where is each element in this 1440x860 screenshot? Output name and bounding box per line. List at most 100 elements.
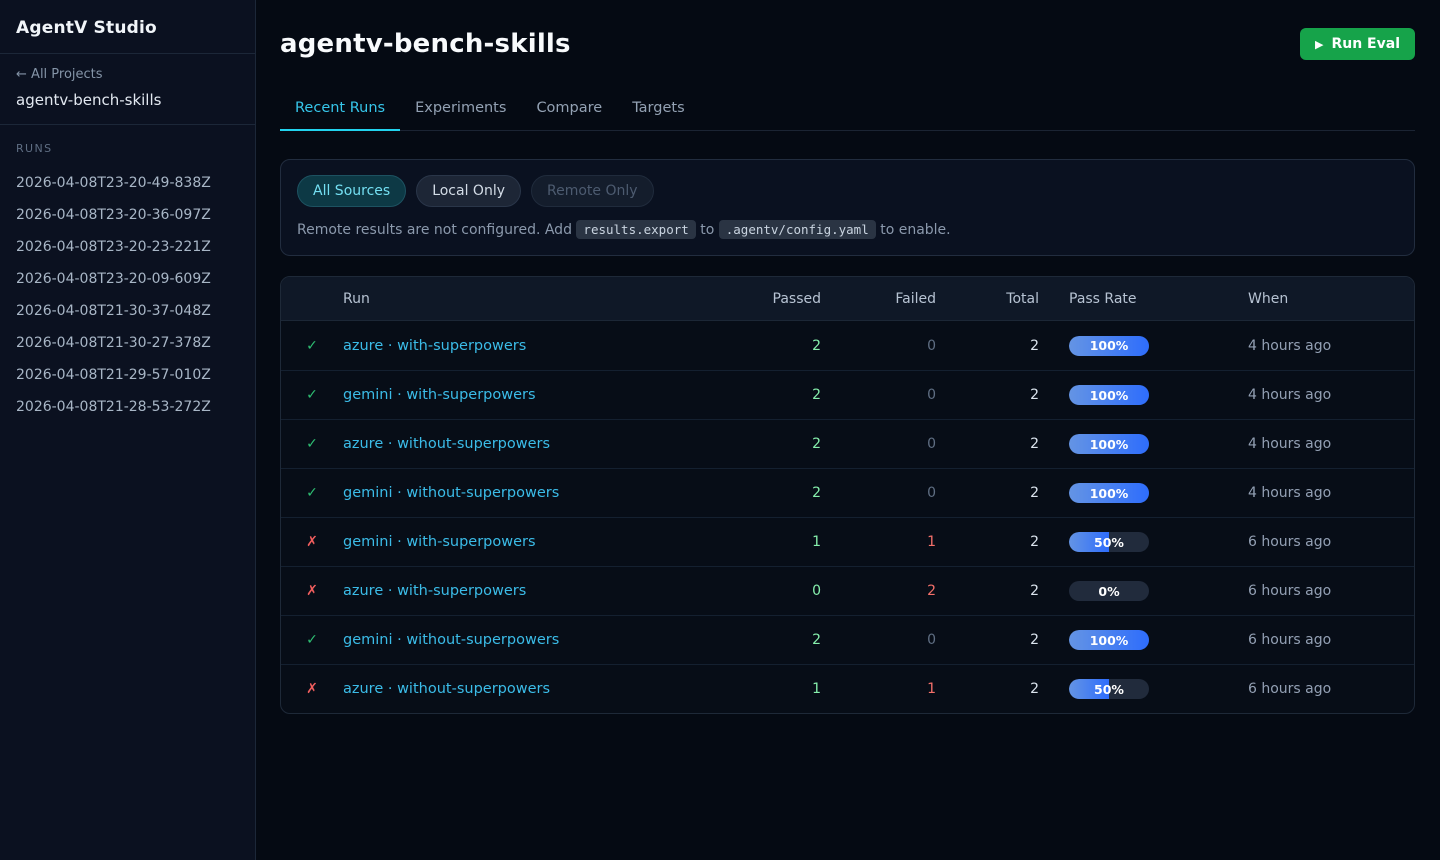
pass-rate-pill: 0% (1069, 581, 1149, 601)
back-arrow-icon: ← (16, 67, 27, 82)
sidebar-runs-section: RUNS 2026-04-08T23-20-49-838Z 2026-04-08… (0, 125, 255, 435)
total-cell: 2 (936, 583, 1039, 599)
status-cell: ✓ ✗ (281, 485, 343, 501)
pass-rate-pill: 100% (1069, 630, 1149, 650)
column-header-passed: Passed (711, 291, 821, 307)
pass-rate-pill: 100% (1069, 483, 1149, 503)
code-config-yaml: .agentv/config.yaml (719, 220, 876, 239)
pass-rate-label: 100% (1069, 630, 1149, 650)
when-cell: 6 hours ago (1233, 681, 1414, 697)
sidebar: AgentV Studio ← All Projects agentv-benc… (0, 0, 256, 860)
sidebar-project-name: agentv-bench-skills (16, 91, 239, 109)
run-cell: gemini · without-superpowers (343, 632, 711, 648)
pass-rate-cell: 50% (1039, 532, 1233, 552)
filter-chip-local-only[interactable]: Local Only (416, 175, 521, 207)
pass-rate-pill: 100% (1069, 434, 1149, 454)
sidebar-run-item[interactable]: 2026-04-08T23-20-36-097Z (16, 199, 239, 231)
code-results-export: results.export (576, 220, 695, 239)
tab-targets[interactable]: Targets (617, 90, 699, 131)
run-link[interactable]: gemini · without-superpowers (343, 485, 559, 501)
sidebar-run-item[interactable]: 2026-04-08T21-29-57-010Z (16, 359, 239, 391)
tab-recent-runs[interactable]: Recent Runs (280, 90, 400, 131)
passed-cell: 1 (711, 534, 821, 550)
sidebar-run-item[interactable]: 2026-04-08T21-28-53-272Z (16, 391, 239, 423)
status-cell: ✓ ✗ (281, 436, 343, 452)
pass-rate-cell: 100% (1039, 483, 1233, 503)
run-link[interactable]: gemini · with-superpowers (343, 387, 536, 403)
all-projects-label: All Projects (31, 67, 103, 82)
when-cell: 6 hours ago (1233, 583, 1414, 599)
tab-bar: Recent Runs Experiments Compare Targets (280, 90, 1415, 131)
sidebar-run-item[interactable]: 2026-04-08T23-20-49-838Z (16, 167, 239, 199)
table-row: ✓ ✗ gemini · without-superpowers 2 0 2 1… (281, 615, 1414, 664)
pass-rate-cell: 50% (1039, 679, 1233, 699)
sidebar-run-item[interactable]: 2026-04-08T23-20-09-609Z (16, 263, 239, 295)
when-cell: 4 hours ago (1233, 436, 1414, 452)
pass-rate-cell: 100% (1039, 336, 1233, 356)
failed-cell: 0 (821, 632, 936, 648)
column-header-failed: Failed (821, 291, 936, 307)
pass-rate-cell: 100% (1039, 434, 1233, 454)
passed-cell: 2 (711, 387, 821, 403)
sidebar-run-item[interactable]: 2026-04-08T23-20-23-221Z (16, 231, 239, 263)
run-link[interactable]: azure · without-superpowers (343, 436, 550, 452)
pass-check-icon: ✓ (306, 485, 318, 501)
passed-cell: 2 (711, 338, 821, 354)
pass-rate-label: 100% (1069, 434, 1149, 454)
run-cell: azure · without-superpowers (343, 436, 711, 452)
passed-cell: 0 (711, 583, 821, 599)
run-cell: gemini · with-superpowers (343, 534, 711, 550)
total-cell: 2 (936, 387, 1039, 403)
passed-cell: 2 (711, 436, 821, 452)
run-cell: azure · with-superpowers (343, 583, 711, 599)
sidebar-run-item[interactable]: 2026-04-08T21-30-27-378Z (16, 327, 239, 359)
tab-compare[interactable]: Compare (521, 90, 617, 131)
note-middle: to (700, 222, 714, 238)
pass-rate-label: 100% (1069, 336, 1149, 356)
column-header-run: Run (343, 291, 711, 307)
fail-cross-icon: ✗ (306, 681, 318, 697)
passed-cell: 1 (711, 681, 821, 697)
table-row: ✓ ✗ azure · with-superpowers 2 0 2 100% … (281, 321, 1414, 370)
topbar: agentv-bench-skills ▶ Run Eval (280, 24, 1415, 64)
runs-table-header: Run Passed Failed Total Pass Rate When (281, 277, 1414, 321)
total-cell: 2 (936, 436, 1039, 452)
run-link[interactable]: azure · with-superpowers (343, 338, 526, 354)
runs-table: Run Passed Failed Total Pass Rate When ✓… (280, 276, 1415, 714)
run-link[interactable]: azure · with-superpowers (343, 583, 526, 599)
run-link[interactable]: azure · without-superpowers (343, 681, 550, 697)
remote-config-note: Remote results are not configured. Add r… (297, 222, 1398, 238)
run-cell: gemini · without-superpowers (343, 485, 711, 501)
table-row: ✓ ✗ gemini · with-superpowers 1 1 2 50% … (281, 517, 1414, 566)
pass-rate-pill: 100% (1069, 336, 1149, 356)
column-header-when: When (1233, 291, 1414, 307)
table-row: ✓ ✗ azure · without-superpowers 2 0 2 10… (281, 419, 1414, 468)
filter-chip-all-sources[interactable]: All Sources (297, 175, 406, 207)
table-row: ✓ ✗ azure · without-superpowers 1 1 2 50… (281, 664, 1414, 713)
when-cell: 4 hours ago (1233, 387, 1414, 403)
status-cell: ✓ ✗ (281, 387, 343, 403)
pass-rate-pill: 50% (1069, 532, 1149, 552)
run-link[interactable]: gemini · without-superpowers (343, 632, 559, 648)
run-cell: azure · with-superpowers (343, 338, 711, 354)
tab-experiments[interactable]: Experiments (400, 90, 521, 131)
run-eval-button[interactable]: ▶ Run Eval (1300, 28, 1415, 60)
status-cell: ✓ ✗ (281, 534, 343, 550)
pass-check-icon: ✓ (306, 387, 318, 403)
when-cell: 6 hours ago (1233, 534, 1414, 550)
pass-rate-pill: 100% (1069, 385, 1149, 405)
when-cell: 4 hours ago (1233, 338, 1414, 354)
total-cell: 2 (936, 632, 1039, 648)
pass-rate-label: 100% (1069, 385, 1149, 405)
pass-check-icon: ✓ (306, 632, 318, 648)
runs-section-label: RUNS (16, 142, 239, 155)
table-row: ✓ ✗ azure · with-superpowers 0 2 2 0% 6 … (281, 566, 1414, 615)
pass-rate-label: 50% (1069, 679, 1149, 699)
run-link[interactable]: gemini · with-superpowers (343, 534, 536, 550)
sidebar-run-item[interactable]: 2026-04-08T21-30-37-048Z (16, 295, 239, 327)
total-cell: 2 (936, 534, 1039, 550)
all-projects-back-link[interactable]: ← All Projects (16, 67, 239, 82)
fail-cross-icon: ✗ (306, 534, 318, 550)
failed-cell: 0 (821, 387, 936, 403)
pass-rate-cell: 0% (1039, 581, 1233, 601)
